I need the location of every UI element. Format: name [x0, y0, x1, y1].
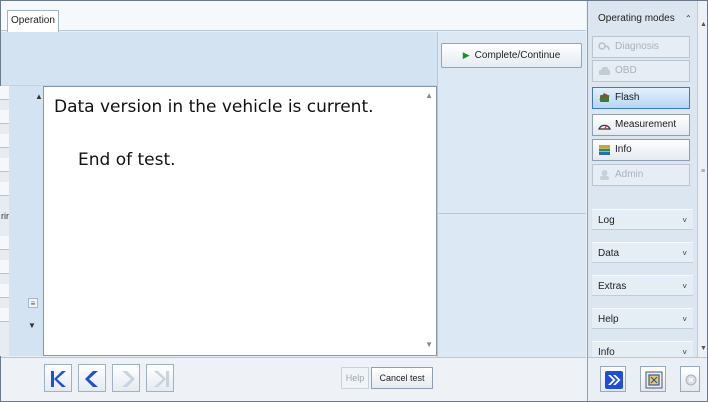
left-list-strip: [0, 86, 9, 356]
mode-label: Info: [615, 144, 632, 155]
content-header-area: [1, 32, 437, 86]
left-list-item[interactable]: [0, 182, 9, 196]
flash-chip-icon: [599, 93, 610, 102]
sidebar-scroll-down-icon[interactable]: ▼: [700, 345, 707, 352]
help-button[interactable]: Help: [341, 367, 369, 389]
admin-icon: [600, 170, 609, 180]
expand-down-icon: ˅: [682, 249, 687, 258]
sidebar-scrollbar[interactable]: [697, 1, 707, 357]
message-line-end-of-test: End of test.: [78, 150, 176, 170]
section-label: Log: [598, 215, 615, 226]
fit-window-icon: [645, 371, 663, 389]
mode-diagnosis-button[interactable]: Diagnosis: [592, 36, 690, 58]
message-scrollbar[interactable]: ▲ ▼: [422, 87, 436, 355]
go-forward-button[interactable]: [112, 364, 140, 392]
scroll-down-icon[interactable]: ▼: [425, 340, 433, 349]
go-back-button[interactable]: [78, 364, 106, 392]
left-list-item[interactable]: [0, 260, 9, 274]
left-scroll-down-icon[interactable]: ▼: [28, 321, 36, 330]
left-list-item[interactable]: [0, 236, 9, 250]
cancel-test-button[interactable]: Cancel test: [371, 367, 433, 389]
sidebar-scroll-up-icon[interactable]: ▲: [700, 21, 707, 28]
mode-measurement-button[interactable]: Measurement: [592, 114, 690, 136]
section-help[interactable]: Help ˅: [592, 308, 693, 329]
mode-label: Diagnosis: [615, 41, 659, 52]
expand-down-icon: ˅: [682, 216, 687, 225]
mode-admin-button[interactable]: Admin: [592, 164, 690, 186]
go-to-last-button[interactable]: [146, 364, 174, 392]
stethoscope-icon: [598, 42, 610, 51]
close-circle-icon: [685, 374, 697, 386]
gauge-icon: [598, 124, 611, 130]
go-to-first-button[interactable]: [44, 364, 72, 392]
left-scroll-grip-icon[interactable]: ≡: [28, 298, 38, 308]
section-data[interactable]: Data ˅: [592, 242, 693, 263]
action-column-divider: [438, 213, 586, 214]
sidebar-scroll-grip-icon[interactable]: ≡: [701, 168, 705, 175]
expand-down-icon: ˅: [682, 282, 687, 291]
operating-modes-header[interactable]: Operating modes: [592, 10, 693, 28]
forward-arrow-icon: [122, 371, 135, 387]
left-list-item[interactable]: [0, 110, 9, 124]
scroll-up-icon[interactable]: ▲: [425, 91, 433, 100]
section-log[interactable]: Log ˅: [592, 209, 693, 230]
mode-label: Admin: [615, 169, 644, 180]
play-icon: ▶: [462, 50, 470, 60]
expand-down-icon: ˅: [682, 315, 687, 324]
left-list-item[interactable]: [0, 86, 9, 100]
mode-label: Measurement: [615, 119, 677, 130]
mode-label: Flash: [615, 92, 640, 103]
double-chevron-right-icon: [605, 371, 623, 389]
back-arrow-icon: [85, 371, 98, 387]
mode-obd-button[interactable]: OBD: [592, 60, 690, 82]
mode-label: OBD: [615, 65, 637, 76]
fast-forward-button[interactable]: [600, 366, 626, 392]
left-list-item[interactable]: [0, 284, 9, 298]
left-list-cut-label: rir: [1, 211, 9, 221]
first-page-icon: [51, 371, 66, 387]
car-icon: [599, 67, 610, 75]
section-extras[interactable]: Extras ˅: [592, 275, 693, 296]
section-label: Data: [598, 248, 620, 259]
complete-continue-label: Complete/Continue: [474, 50, 561, 61]
window-fit-button[interactable]: [640, 366, 666, 392]
section-label: Extras: [598, 281, 627, 292]
left-list-item[interactable]: [0, 134, 9, 148]
left-list-item[interactable]: [0, 308, 9, 322]
message-panel: Data version in the vehicle is current. …: [43, 86, 437, 356]
left-scroll-up-icon[interactable]: ▲: [35, 92, 43, 101]
close-circle-button[interactable]: [680, 366, 700, 392]
message-line-data-version: Data version in the vehicle is current.: [54, 97, 374, 117]
section-label: Help: [598, 314, 619, 325]
tab-operation[interactable]: Operation: [7, 10, 59, 32]
complete-continue-button[interactable]: ▶ Complete/Continue: [441, 43, 582, 68]
books-icon: [599, 145, 610, 155]
collapse-up-icon[interactable]: ⌃: [685, 14, 692, 23]
mode-flash-button[interactable]: Flash: [592, 87, 690, 109]
action-column: [437, 32, 586, 357]
mode-info-button[interactable]: Info: [592, 139, 690, 161]
last-page-icon: [154, 371, 169, 387]
tab-strip: Operation: [1, 1, 586, 32]
left-list-item[interactable]: [0, 158, 9, 172]
